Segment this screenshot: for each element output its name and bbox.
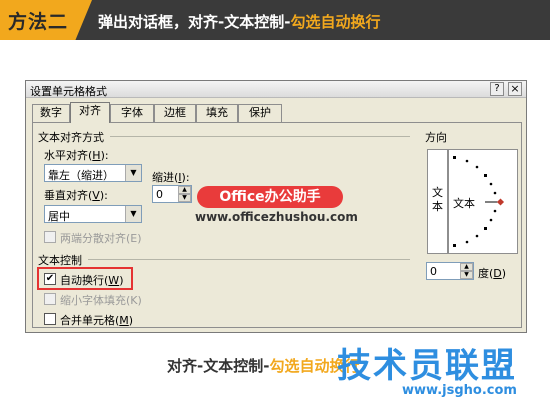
text-alignment-divider xyxy=(110,136,410,137)
vertical-align-key: V xyxy=(92,189,100,202)
text-alignment-group-label: 文本对齐方式 xyxy=(38,131,104,144)
banner-title-highlight: 勾选自动换行 xyxy=(290,13,381,31)
office-helper-url: www.officezhushou.com xyxy=(195,210,358,224)
chevron-down-icon[interactable]: ▼ xyxy=(125,206,141,222)
site-logo: 技术员联盟 xyxy=(337,346,517,386)
spin-down-icon[interactable]: ▼ xyxy=(460,271,473,279)
orientation-group-label: 方向 xyxy=(425,131,447,144)
indent-label: 缩进(I): xyxy=(152,171,190,184)
top-banner: 方法二 弹出对话框，对齐-文本控制-勾选自动换行 xyxy=(0,0,550,40)
method-badge-text: 方法二 xyxy=(8,11,69,33)
merge-cells-label: 合并单元格(M) xyxy=(60,314,134,327)
site-url: www.jsgho.com xyxy=(402,383,517,398)
horizontal-align-value: 靠左（缩进） xyxy=(48,169,114,182)
shrink-to-fit-label: 缩小字体填充(K) xyxy=(60,294,142,307)
tab-number[interactable]: 数字 xyxy=(32,104,70,122)
indent-label-text: 缩进( xyxy=(152,171,179,184)
degree-spinner[interactable]: 0 ▲ ▼ xyxy=(426,262,474,280)
merge-cells-checkbox[interactable] xyxy=(44,313,56,325)
indent-spinner[interactable]: 0 ▲ ▼ xyxy=(152,185,192,203)
step-caption: 对齐-文本控制-勾选自动换行 xyxy=(167,355,359,376)
merge-cells-label-text: 合并单元格( xyxy=(60,314,120,327)
text-control-group-label: 文本控制 xyxy=(38,254,82,267)
horizontal-align-select[interactable]: 靠左（缩进） ▼ xyxy=(44,164,142,182)
chevron-down-icon[interactable]: ▼ xyxy=(125,165,141,181)
degree-label-text: 度( xyxy=(478,267,494,280)
horizontal-align-label-text: 水平对齐( xyxy=(44,149,93,162)
close-icon[interactable]: × xyxy=(508,82,522,96)
help-icon[interactable]: ? xyxy=(490,82,504,96)
office-helper-badge: Office办公助手 xyxy=(197,186,343,208)
spin-up-icon[interactable]: ▲ xyxy=(460,263,473,271)
distributed-checkbox[interactable] xyxy=(44,231,56,243)
tab-border[interactable]: 边框 xyxy=(154,104,196,122)
vertical-align-label-text: 垂直对齐( xyxy=(44,189,93,202)
shrink-to-fit-checkbox[interactable] xyxy=(44,293,56,305)
dial-text: 文本 xyxy=(453,197,475,210)
spin-down-icon[interactable]: ▼ xyxy=(178,194,191,202)
distributed-label: 两端分散对齐(E) xyxy=(60,232,142,245)
degree-value: 0 xyxy=(430,265,437,278)
tab-protection[interactable]: 保护 xyxy=(238,104,282,122)
tab-font[interactable]: 字体 xyxy=(110,104,154,122)
spin-up-icon[interactable]: ▲ xyxy=(178,186,191,194)
dialog-titlebar[interactable]: 设置单元格格式 ? × xyxy=(26,81,526,98)
orientation-dial[interactable]: 文本 xyxy=(448,149,518,254)
vertical-text-box[interactable]: 文本 xyxy=(427,149,448,254)
tab-alignment[interactable]: 对齐 xyxy=(70,102,110,123)
horizontal-align-label: 水平对齐(H): xyxy=(44,149,109,162)
wrap-text-highlight xyxy=(37,267,133,290)
merge-cells-key: M xyxy=(119,314,129,327)
indent-key: I xyxy=(178,171,182,184)
vertical-align-select[interactable]: 居中 ▼ xyxy=(44,205,142,223)
vertical-align-label: 垂直对齐(V): xyxy=(44,189,108,202)
indent-value: 0 xyxy=(156,188,163,201)
step-caption-prefix: 对齐-文本控制- xyxy=(167,357,270,375)
text-control-divider xyxy=(88,259,410,260)
banner-title: 弹出对话框，对齐-文本控制-勾选自动换行 xyxy=(98,11,380,32)
vertical-text: 文本 xyxy=(432,186,443,213)
vertical-align-value: 居中 xyxy=(48,210,70,223)
horizontal-align-key: H xyxy=(92,149,101,162)
degree-label: 度(D) xyxy=(478,267,507,280)
dialog-title: 设置单元格格式 xyxy=(30,85,107,98)
degree-key: D xyxy=(493,267,502,280)
banner-title-prefix: 弹出对话框，对齐-文本控制- xyxy=(98,13,291,31)
tab-fill[interactable]: 填充 xyxy=(196,104,238,122)
